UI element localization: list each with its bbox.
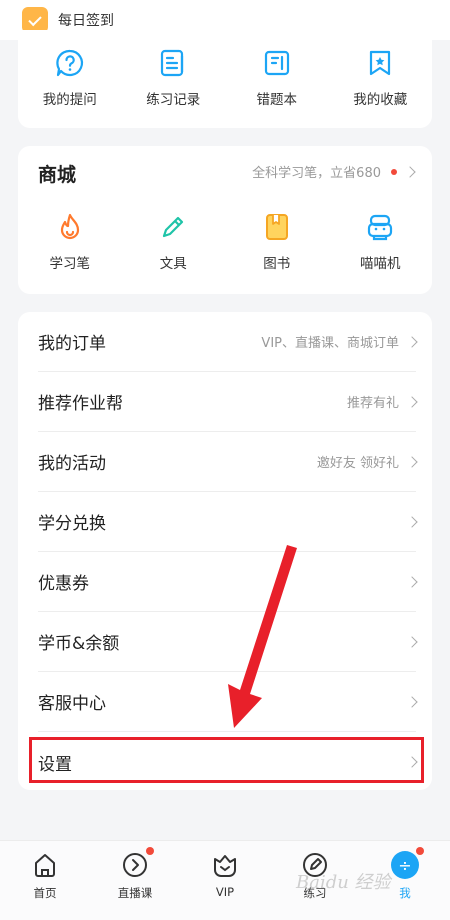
chevron-right-icon: [406, 455, 418, 468]
tab-home[interactable]: 首页: [0, 841, 90, 901]
mall-card: 商城 全科学习笔，立省680 学习笔 文具 图书 喵喵机: [18, 146, 432, 294]
menu-row-credit-exchange[interactable]: 学分兑换: [38, 492, 418, 552]
menu-row-label: 学币&余额: [38, 634, 120, 654]
mistake-book-button[interactable]: 错题本: [227, 48, 327, 108]
study-pen-label: 学习笔: [49, 256, 91, 272]
tab-live-course[interactable]: 直播课: [90, 841, 180, 901]
my-favorites-label: 我的收藏: [353, 92, 408, 108]
me-badge-dot: [416, 847, 424, 855]
tab-home-label: 首页: [33, 886, 57, 900]
live-course-badge-dot: [146, 847, 154, 855]
tab-me-label: 我: [399, 886, 411, 900]
study-tools-card: 我的提问 练习记录 错题本 我的收藏: [18, 30, 432, 128]
pencil-icon: [163, 216, 184, 238]
miaomiao-printer-label: 喵喵机: [360, 256, 401, 272]
record-icon: [161, 49, 184, 77]
miaomiao-printer-button[interactable]: 喵喵机: [330, 212, 430, 272]
chevron-right-icon: [406, 695, 418, 708]
chevron-right-icon: [406, 756, 418, 768]
menu-row-label: 客服中心: [38, 694, 106, 714]
menu-row-recommend[interactable]: 推荐作业帮 推荐有礼: [38, 372, 418, 432]
menu-row-hint: 邀好友 领好礼: [316, 456, 399, 471]
bottom-tab-bar: 首页 直播课 VIP 练习 ÷ 我: [0, 840, 450, 920]
menu-row-label: 学分兑换: [38, 514, 106, 534]
daily-checkin-label: 每日签到: [58, 13, 114, 29]
menu-row-label: 我的订单: [38, 334, 106, 354]
chevron-right-icon: [406, 575, 418, 588]
menu-row-hint: 推荐有礼: [346, 396, 399, 411]
my-favorites-button[interactable]: 我的收藏: [330, 48, 430, 108]
menu-row-my-orders[interactable]: 我的订单 VIP、直播课、商城订单: [38, 312, 418, 372]
printer-icon: [368, 214, 393, 241]
stationery-label: 文具: [159, 256, 187, 272]
chevron-right-icon: [406, 635, 418, 648]
mall-promo-link[interactable]: 全科学习笔，立省680: [252, 162, 416, 181]
tab-me[interactable]: ÷ 我: [360, 841, 450, 901]
promo-red-dot: [391, 168, 397, 175]
chevron-right-icon: [406, 395, 418, 408]
live-play-icon: [123, 853, 147, 877]
books-label: 图书: [263, 256, 291, 272]
menu-row-customer-service[interactable]: 客服中心: [38, 672, 418, 732]
chevron-right-icon: [406, 335, 418, 348]
menu-row-label: 优惠券: [38, 574, 89, 594]
tab-vip[interactable]: VIP: [180, 841, 270, 899]
practice-record-label: 练习记录: [146, 92, 201, 108]
menu-row-hint: VIP、直播课、商城订单: [261, 336, 399, 351]
pen-flame-icon: [60, 213, 79, 240]
menu-row-label: 我的活动: [38, 454, 106, 474]
bookmark-icon: [370, 50, 391, 76]
home-icon: [35, 854, 55, 877]
notebook-icon: [264, 50, 289, 76]
tab-practice-label: 练习: [303, 886, 327, 900]
chevron-right-icon: [404, 165, 416, 178]
menu-row-coins-balance[interactable]: 学币&余额: [38, 612, 418, 672]
stationery-button[interactable]: 文具: [123, 212, 223, 272]
question-icon: [56, 49, 83, 77]
tab-vip-label: VIP: [215, 885, 235, 899]
book-icon: [265, 214, 288, 240]
my-questions-label: 我的提问: [42, 92, 97, 108]
my-questions-button[interactable]: 我的提问: [20, 48, 120, 108]
mistake-book-label: 错题本: [256, 92, 298, 108]
vip-crown-icon: [214, 855, 236, 877]
profile-icon: ÷: [391, 851, 419, 879]
menu-row-label: 推荐作业帮: [38, 394, 123, 414]
books-button[interactable]: 图书: [227, 212, 327, 272]
mall-title: 商城: [38, 164, 77, 186]
practice-record-button[interactable]: 练习记录: [123, 48, 223, 108]
menu-row-label: 设置: [38, 754, 72, 775]
menu-row-settings[interactable]: 设置: [38, 732, 418, 792]
study-pen-button[interactable]: 学习笔: [20, 212, 120, 272]
chevron-right-icon: [406, 515, 418, 528]
menu-row-my-activities[interactable]: 我的活动 邀好友 领好礼: [38, 432, 418, 492]
practice-icon: [303, 853, 327, 877]
account-menu-card: 我的订单 VIP、直播课、商城订单 推荐作业帮 推荐有礼 我的活动 邀好友 领好…: [18, 312, 432, 790]
tab-live-course-label: 直播课: [117, 886, 153, 900]
tab-practice[interactable]: 练习: [270, 841, 360, 901]
mall-promo-text: 全科学习笔，立省680: [252, 166, 381, 181]
menu-row-coupons[interactable]: 优惠券: [38, 552, 418, 612]
